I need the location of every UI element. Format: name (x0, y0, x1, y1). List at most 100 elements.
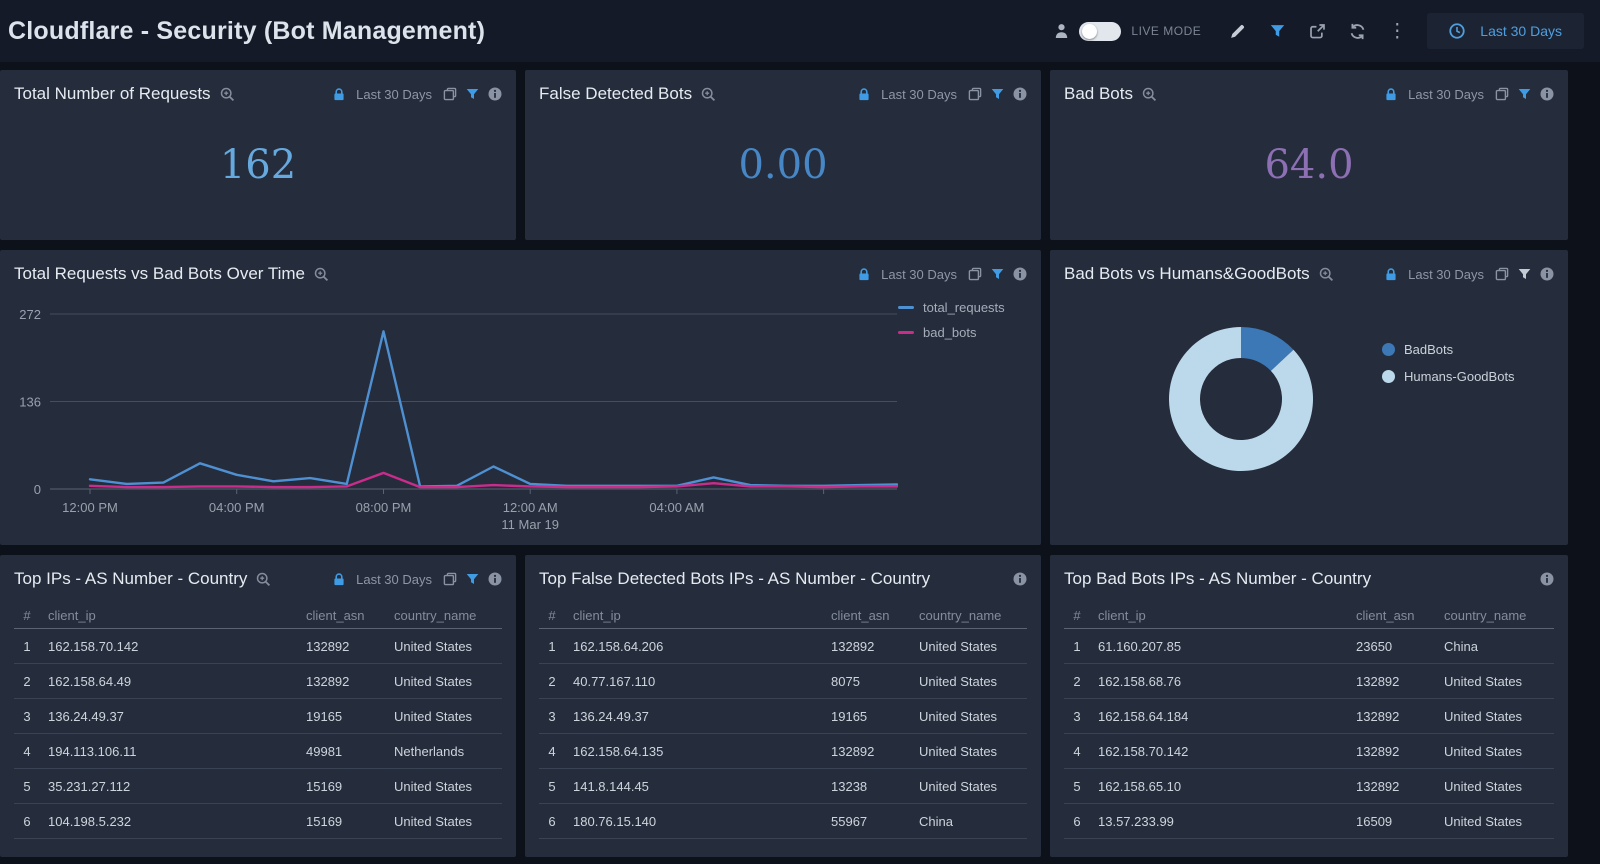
table-row: 4162.158.70.142132892United States (1064, 734, 1554, 769)
table-cell: United States (919, 674, 1031, 689)
table-cell: 5 (539, 779, 565, 794)
data-table: #client_ipclient_asncountry_name_co1162.… (14, 603, 502, 839)
magnifier-plus-icon[interactable] (220, 87, 235, 102)
table-row: 535.231.27.11215169United States (14, 769, 502, 804)
info-icon[interactable] (1013, 267, 1027, 281)
info-icon[interactable] (1540, 267, 1554, 281)
info-icon[interactable] (488, 87, 502, 101)
column-header: client_asn (306, 608, 386, 623)
lock-icon (333, 88, 345, 101)
info-icon[interactable] (488, 572, 502, 586)
table-cell: 4 (14, 744, 40, 759)
column-header: # (14, 608, 40, 623)
panel-time-range: Last 30 Days (356, 572, 432, 587)
column-header: country_name (1444, 608, 1556, 623)
funnel-icon[interactable] (991, 88, 1004, 101)
magnifier-plus-icon[interactable] (256, 572, 271, 587)
time-range-button[interactable]: Last 30 Days (1427, 13, 1584, 49)
panel-title: Top False Detected Bots IPs - AS Number … (539, 569, 930, 589)
table-cell: United States (1444, 779, 1556, 794)
legend-item[interactable]: Humans-GoodBots (1382, 369, 1515, 384)
refresh-button[interactable] (1344, 16, 1370, 46)
pencil-icon (1229, 23, 1246, 40)
copy-icon[interactable] (443, 87, 457, 101)
table-cell: 136.24.49.37 (573, 709, 823, 724)
svg-text:12:00 AM: 12:00 AM (503, 500, 558, 515)
info-icon[interactable] (1540, 87, 1554, 101)
filter-button[interactable] (1264, 16, 1290, 46)
table-row: 6180.76.15.14055967China (539, 804, 1027, 839)
live-mode-toggle[interactable] (1079, 22, 1121, 41)
magnifier-plus-icon[interactable] (1319, 267, 1334, 282)
table-header-row: #client_ipclient_asncountry_name_co (14, 603, 502, 629)
table-cell: 2 (539, 674, 565, 689)
table-cell: United States (1444, 814, 1556, 829)
table-cell: 16509 (1356, 814, 1436, 829)
table-cell: United States (394, 814, 506, 829)
panel-bad-bots: Bad Bots Last 30 Days 64.0 (1050, 70, 1568, 240)
table-cell: 180.76.15.140 (573, 814, 823, 829)
table-cell: 8075 (831, 674, 911, 689)
clock-icon (1449, 23, 1465, 39)
table-row: 161.160.207.8523650China (1064, 629, 1554, 664)
legend-swatch (898, 306, 914, 309)
column-header: client_ip (573, 608, 823, 623)
funnel-icon[interactable] (466, 573, 479, 586)
donut-chart[interactable] (1168, 326, 1314, 472)
copy-icon[interactable] (1495, 267, 1509, 281)
funnel-icon[interactable] (466, 88, 479, 101)
column-header: country_name (919, 608, 1031, 623)
column-header: client_asn (1356, 608, 1436, 623)
legend-item[interactable]: total_requests (898, 300, 1019, 315)
lock-icon (858, 88, 870, 101)
funnel-icon[interactable] (1518, 88, 1531, 101)
table-cell: 23650 (1356, 639, 1436, 654)
panel-time-range: Last 30 Days (881, 267, 957, 282)
copy-icon[interactable] (443, 572, 457, 586)
info-icon[interactable] (1013, 87, 1027, 101)
funnel-icon[interactable] (1518, 268, 1531, 281)
copy-icon[interactable] (968, 87, 982, 101)
stat-value: 0.00 (539, 142, 1027, 188)
table-cell: United States (919, 639, 1031, 654)
table-row: 5162.158.65.10132892United States (1064, 769, 1554, 804)
table-cell: 49981 (306, 744, 386, 759)
copy-icon[interactable] (1495, 87, 1509, 101)
legend-item[interactable]: BadBots (1382, 342, 1515, 357)
table-cell: 162.158.70.142 (48, 639, 298, 654)
table-row: 240.77.167.1108075United States (539, 664, 1027, 699)
funnel-icon (1270, 24, 1285, 39)
magnifier-plus-icon[interactable] (1142, 87, 1157, 102)
table-row: 6104.198.5.23215169United States (14, 804, 502, 839)
table-cell: 55967 (831, 814, 911, 829)
info-icon[interactable] (1540, 572, 1554, 586)
table-cell: 13238 (831, 779, 911, 794)
magnifier-plus-icon[interactable] (701, 87, 716, 102)
dashboard-grid: Total Number of Requests Last 30 Days 16… (0, 70, 1600, 857)
timeseries-legend: total_requests bad_bots (898, 286, 1019, 536)
table-cell: 1 (539, 639, 565, 654)
edit-button[interactable] (1224, 16, 1250, 46)
table-cell: 2 (1064, 674, 1090, 689)
legend-item[interactable]: bad_bots (898, 325, 1019, 340)
panel-top-ips: Top IPs - AS Number - Country Last 30 Da… (0, 555, 516, 857)
info-icon[interactable] (1013, 572, 1027, 586)
stat-value: 64.0 (1064, 142, 1554, 188)
more-menu-button[interactable]: ⋮ (1384, 16, 1410, 46)
user-icon (1054, 23, 1069, 39)
donut-legend: BadBots Humans-GoodBots (1382, 342, 1515, 472)
table-cell: United States (394, 639, 506, 654)
table-cell: 2 (14, 674, 40, 689)
table-cell: 6 (1064, 814, 1090, 829)
table-cell: 136.24.49.37 (48, 709, 298, 724)
magnifier-plus-icon[interactable] (314, 267, 329, 282)
funnel-icon[interactable] (991, 268, 1004, 281)
share-button[interactable] (1304, 16, 1330, 46)
timeseries-chart[interactable]: 272136012:00 PM04:00 PM08:00 PM12:00 AM1… (14, 286, 898, 536)
copy-icon[interactable] (968, 267, 982, 281)
table-cell: United States (1444, 709, 1556, 724)
table-cell: United States (394, 709, 506, 724)
table-row: 2162.158.64.49132892United States (14, 664, 502, 699)
legend-swatch (898, 331, 914, 334)
top-bar: Cloudflare - Security (Bot Management) L… (0, 0, 1600, 62)
